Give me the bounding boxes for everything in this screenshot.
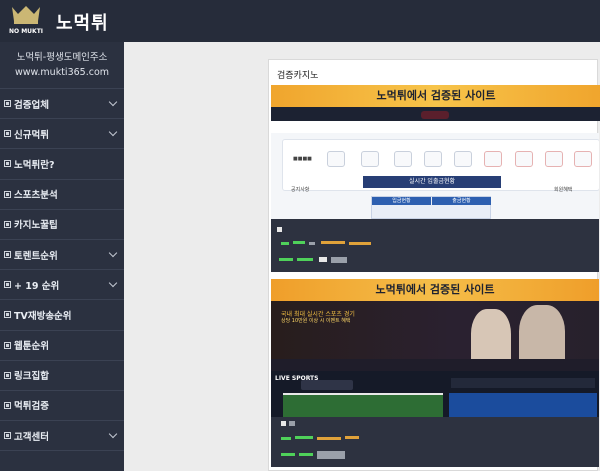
sidebar-item[interactable]: 검증업체 <box>0 89 124 120</box>
sidebar-item-label: 카지노꿀팁 <box>14 220 58 232</box>
sidebar-item[interactable]: 토렌트순위 <box>0 240 124 271</box>
match-card <box>449 393 597 417</box>
preview-deposit: 입금현황 <box>372 197 431 205</box>
hero-subtext: 상당 10만원 이상 시 이벤트 혜택 <box>281 318 351 324</box>
sidebar-item-label: 노먹튀란? <box>14 159 55 171</box>
banner-2-label: 노먹튀에서 검증된 사이트 <box>271 279 599 301</box>
sidebar-menu: 검증업체신규먹튀노먹튀란? 스포츠분석카지노꿀팁토렌트순위 + 19 순위 TV재방송… <box>0 89 124 452</box>
chevron-down-icon[interactable] <box>108 97 118 107</box>
menu-square-icon <box>4 311 11 319</box>
menu-square-icon <box>4 160 11 168</box>
sidebar-item[interactable]: 링크집합 <box>0 361 124 391</box>
banner-1-label: 노먹튀에서 검증된 사이트 <box>271 85 600 107</box>
brand-title[interactable]: 노먹튀 <box>56 9 109 35</box>
menu-square-icon <box>4 281 11 289</box>
sidebar-domain[interactable]: www.mukti365.com <box>0 65 124 80</box>
sidebar-item[interactable]: 웹툰순위 <box>0 331 124 361</box>
menu-square-icon <box>4 190 11 198</box>
menu-square-icon <box>4 130 11 138</box>
chevron-down-icon[interactable] <box>108 278 118 288</box>
sidebar-item-label: TV재방송순위 <box>14 310 72 322</box>
preview-withdraw: 출금현황 <box>432 197 491 205</box>
panel-title: 검증카지노 <box>277 71 319 81</box>
svg-text:NO MUKTI: NO MUKTI <box>9 28 43 35</box>
player-embed-2[interactable] <box>271 417 599 467</box>
menu-square-icon <box>4 371 11 379</box>
preview-phone-icon <box>545 151 563 167</box>
menu-square-icon <box>4 100 11 108</box>
player-embed-1[interactable] <box>271 219 599 272</box>
chevron-down-icon[interactable] <box>108 127 118 137</box>
preview-gift-icon <box>424 151 442 167</box>
preview-coin-icon <box>484 151 502 167</box>
sidebar-item[interactable]: 고객센터 <box>0 421 124 452</box>
banner-1-body <box>271 107 600 121</box>
sidebar-item-label: 신규먹튀 <box>14 129 49 141</box>
verified-banner-2[interactable]: 노먹튀에서 검증된 사이트 국내 최대 실시간 스포츠 경기 상당 10만원 이… <box>271 279 599 371</box>
preview-notice: 공지사항 <box>291 187 310 193</box>
sidebar-item[interactable]: TV재방송순위 <box>0 300 124 331</box>
sidebar-item[interactable]: 스포츠분석 <box>0 180 124 210</box>
sidebar-item[interactable]: 먹튀검증 <box>0 391 124 422</box>
menu-square-icon <box>4 251 11 259</box>
preview-chat-icon <box>394 151 412 167</box>
preview-store-icon <box>361 151 379 167</box>
preview-percent-icon <box>515 151 533 167</box>
verified-banner-1[interactable]: 노먹튀에서 검증된 사이트 <box>271 85 600 121</box>
sidebar-item-label: 고객센터 <box>14 431 49 443</box>
sidebar-item[interactable]: + 19 순위 <box>0 270 124 301</box>
sidebar-item-label: 웹툰순위 <box>14 341 49 353</box>
sidebar-item[interactable]: 신규먹튀 <box>0 119 124 150</box>
sidebar-item[interactable]: 노먹튀란? <box>0 149 124 180</box>
preview-mail-icon <box>574 151 592 167</box>
top-header: NO MUKTI 노먹튀 <box>0 0 600 42</box>
sidebar: 노먹튀-평생도메인주소 www.mukti365.com 검증업체 신규먹튀 노먹튀… <box>0 42 124 471</box>
preview-live-tab: 실시간 입출금현황 <box>363 176 501 188</box>
sidebar-header: 노먹튀-평생도메인주소 www.mukti365.com <box>0 42 124 89</box>
field-image <box>283 393 443 417</box>
preview-card-icon <box>454 151 472 167</box>
sidebar-item-label: + 19 순위 <box>14 280 60 292</box>
menu-square-icon <box>4 432 11 440</box>
sidebar-tagline: 노먹튀-평생도메인주소 <box>16 52 108 63</box>
live-sports-preview[interactable]: LIVE SPORTS <box>271 371 599 417</box>
preview-megaphone-icon <box>327 151 345 167</box>
menu-square-icon <box>4 341 11 349</box>
sidebar-item-label: 먹튀검증 <box>14 401 49 413</box>
logo-icon[interactable]: NO MUKTI <box>8 5 44 37</box>
menu-square-icon <box>4 220 11 228</box>
sidebar-item-label: 토렌트순위 <box>14 250 58 262</box>
site-preview-1[interactable]: ■■■■ 공지사항 실시간 입출금현황 회원혜택 입금현황 출금현황 <box>271 133 599 219</box>
preview-event: 회원혜택 <box>554 187 573 193</box>
chevron-down-icon[interactable] <box>108 248 118 258</box>
sidebar-item-label: 링크집합 <box>14 371 49 383</box>
menu-square-icon <box>4 401 11 409</box>
sidebar-item[interactable]: 카지노꿀팁 <box>0 210 124 240</box>
chevron-down-icon[interactable] <box>108 429 118 439</box>
sidebar-item-label: 검증업체 <box>14 99 49 111</box>
sidebar-item-label: 스포츠분석 <box>14 190 58 202</box>
